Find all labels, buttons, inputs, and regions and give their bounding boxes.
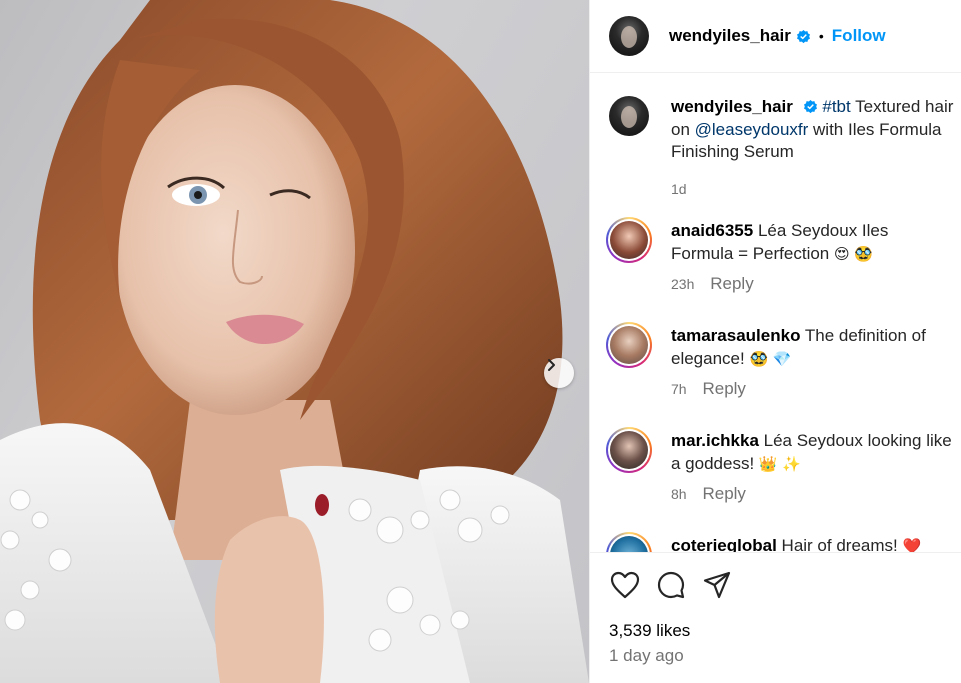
comment-item: coterieglobal Hair of dreams! ❤️	[606, 532, 954, 552]
post-photo[interactable]	[0, 0, 589, 683]
share-button[interactable]	[701, 569, 733, 601]
commenter-avatar[interactable]	[606, 427, 652, 473]
send-icon	[703, 571, 731, 599]
caption: wendyiles_hair #tbt Textured hair on @le…	[609, 96, 954, 197]
comment-item: anaid6355 Léa Seydoux Iles Formula = Per…	[606, 217, 954, 294]
commenter-avatar[interactable]	[606, 532, 652, 552]
post-side-panel: wendyiles_hair • Follow wendyiles_hair #…	[589, 0, 961, 683]
comment-time: 23h	[671, 276, 695, 292]
comment-emojis: 😍 🥸	[834, 244, 874, 263]
comment-icon	[657, 571, 685, 599]
portrait-illustration	[0, 0, 589, 683]
commenter-username[interactable]: mar.ichkka	[671, 431, 759, 450]
comment-time: 8h	[671, 486, 687, 502]
reply-button[interactable]: Reply	[702, 484, 745, 503]
commenter-username[interactable]: coterieglobal	[671, 536, 777, 552]
reply-button[interactable]: Reply	[702, 379, 745, 398]
comment-emojis: 👑 ✨	[758, 454, 802, 473]
commenter-username[interactable]: tamarasaulenko	[671, 326, 800, 345]
caption-hashtag[interactable]: #tbt	[822, 97, 850, 116]
caption-mention[interactable]: @leaseydouxfr	[695, 120, 809, 139]
follow-button[interactable]: Follow	[832, 26, 886, 46]
post-date: 1 day ago	[609, 646, 684, 665]
comment-time: 7h	[671, 381, 687, 397]
verified-badge-icon	[796, 29, 810, 43]
author-username[interactable]: wendyiles_hair	[669, 26, 791, 46]
commenter-avatar[interactable]	[606, 322, 652, 368]
separator-dot: •	[818, 28, 824, 44]
comment-text: Hair of dreams!	[776, 536, 903, 552]
reply-button[interactable]: Reply	[710, 274, 753, 293]
post-actions: 3,539 likes 1 day ago	[590, 552, 961, 683]
post-header: wendyiles_hair • Follow	[590, 0, 961, 73]
comments-list[interactable]: wendyiles_hair #tbt Textured hair on @le…	[590, 74, 961, 552]
post-viewer: wendyiles_hair • Follow wendyiles_hair #…	[0, 0, 961, 683]
chevron-right-icon	[548, 359, 555, 371]
heart-icon	[610, 571, 640, 599]
caption-username[interactable]: wendyiles_hair	[671, 97, 793, 116]
next-photo-button[interactable]	[544, 358, 574, 388]
verified-badge-icon	[803, 99, 817, 114]
caption-time: 1d	[671, 180, 687, 197]
comment-button[interactable]	[655, 569, 687, 601]
like-button[interactable]	[609, 569, 641, 601]
comment-item: tamarasaulenko The definition of eleganc…	[606, 322, 954, 399]
comment-item: mar.ichkka Léa Seydoux looking like a go…	[606, 427, 954, 504]
comment-emojis: ❤️	[902, 537, 922, 552]
likes-count[interactable]: 3,539 likes	[609, 621, 690, 641]
commenter-username[interactable]: anaid6355	[671, 221, 753, 240]
commenter-avatar[interactable]	[606, 217, 652, 263]
author-avatar[interactable]	[609, 16, 649, 56]
caption-author-avatar[interactable]	[609, 96, 649, 136]
comment-emojis: 🥸 💎	[749, 349, 792, 368]
